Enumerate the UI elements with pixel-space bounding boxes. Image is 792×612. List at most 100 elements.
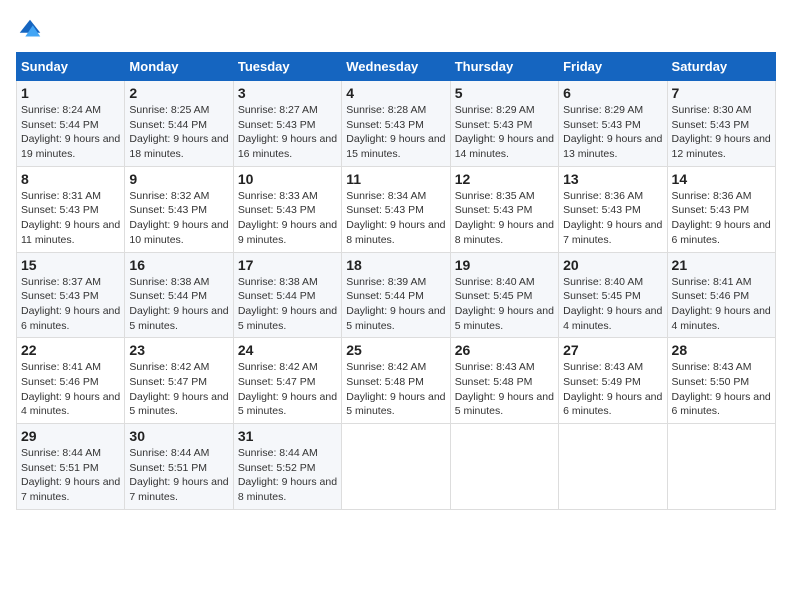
weekday-header: Friday <box>559 53 667 81</box>
day-info: Sunrise: 8:41 AM Sunset: 5:46 PM Dayligh… <box>21 360 120 419</box>
logo <box>16 16 48 44</box>
day-info: Sunrise: 8:32 AM Sunset: 5:43 PM Dayligh… <box>129 189 228 248</box>
day-number: 22 <box>21 342 120 358</box>
day-number: 30 <box>129 428 228 444</box>
day-number: 24 <box>238 342 337 358</box>
calendar-week-row: 29 Sunrise: 8:44 AM Sunset: 5:51 PM Dayl… <box>17 424 776 510</box>
day-number: 23 <box>129 342 228 358</box>
calendar-cell: 27 Sunrise: 8:43 AM Sunset: 5:49 PM Dayl… <box>559 338 667 424</box>
day-info: Sunrise: 8:40 AM Sunset: 5:45 PM Dayligh… <box>455 275 554 334</box>
day-info: Sunrise: 8:24 AM Sunset: 5:44 PM Dayligh… <box>21 103 120 162</box>
calendar-cell: 21 Sunrise: 8:41 AM Sunset: 5:46 PM Dayl… <box>667 252 775 338</box>
day-number: 28 <box>672 342 771 358</box>
day-number: 2 <box>129 85 228 101</box>
weekday-header: Thursday <box>450 53 558 81</box>
day-info: Sunrise: 8:43 AM Sunset: 5:48 PM Dayligh… <box>455 360 554 419</box>
calendar-cell: 3 Sunrise: 8:27 AM Sunset: 5:43 PM Dayli… <box>233 81 341 167</box>
day-info: Sunrise: 8:38 AM Sunset: 5:44 PM Dayligh… <box>238 275 337 334</box>
day-number: 19 <box>455 257 554 273</box>
calendar-table: SundayMondayTuesdayWednesdayThursdayFrid… <box>16 52 776 510</box>
day-number: 29 <box>21 428 120 444</box>
day-number: 4 <box>346 85 445 101</box>
day-info: Sunrise: 8:38 AM Sunset: 5:44 PM Dayligh… <box>129 275 228 334</box>
day-info: Sunrise: 8:39 AM Sunset: 5:44 PM Dayligh… <box>346 275 445 334</box>
day-info: Sunrise: 8:34 AM Sunset: 5:43 PM Dayligh… <box>346 189 445 248</box>
day-info: Sunrise: 8:44 AM Sunset: 5:51 PM Dayligh… <box>21 446 120 505</box>
day-number: 27 <box>563 342 662 358</box>
day-number: 26 <box>455 342 554 358</box>
calendar-cell: 19 Sunrise: 8:40 AM Sunset: 5:45 PM Dayl… <box>450 252 558 338</box>
calendar-cell: 23 Sunrise: 8:42 AM Sunset: 5:47 PM Dayl… <box>125 338 233 424</box>
calendar-cell: 10 Sunrise: 8:33 AM Sunset: 5:43 PM Dayl… <box>233 166 341 252</box>
calendar-cell: 11 Sunrise: 8:34 AM Sunset: 5:43 PM Dayl… <box>342 166 450 252</box>
weekday-header: Monday <box>125 53 233 81</box>
day-number: 9 <box>129 171 228 187</box>
day-number: 10 <box>238 171 337 187</box>
day-info: Sunrise: 8:42 AM Sunset: 5:48 PM Dayligh… <box>346 360 445 419</box>
calendar-cell: 17 Sunrise: 8:38 AM Sunset: 5:44 PM Dayl… <box>233 252 341 338</box>
day-number: 25 <box>346 342 445 358</box>
calendar-cell: 13 Sunrise: 8:36 AM Sunset: 5:43 PM Dayl… <box>559 166 667 252</box>
calendar-cell: 14 Sunrise: 8:36 AM Sunset: 5:43 PM Dayl… <box>667 166 775 252</box>
calendar-cell: 5 Sunrise: 8:29 AM Sunset: 5:43 PM Dayli… <box>450 81 558 167</box>
calendar-cell: 20 Sunrise: 8:40 AM Sunset: 5:45 PM Dayl… <box>559 252 667 338</box>
day-info: Sunrise: 8:29 AM Sunset: 5:43 PM Dayligh… <box>455 103 554 162</box>
day-info: Sunrise: 8:42 AM Sunset: 5:47 PM Dayligh… <box>238 360 337 419</box>
calendar-cell: 4 Sunrise: 8:28 AM Sunset: 5:43 PM Dayli… <box>342 81 450 167</box>
logo-icon <box>16 16 44 44</box>
day-info: Sunrise: 8:42 AM Sunset: 5:47 PM Dayligh… <box>129 360 228 419</box>
day-info: Sunrise: 8:28 AM Sunset: 5:43 PM Dayligh… <box>346 103 445 162</box>
calendar-cell: 16 Sunrise: 8:38 AM Sunset: 5:44 PM Dayl… <box>125 252 233 338</box>
day-number: 14 <box>672 171 771 187</box>
weekday-header: Saturday <box>667 53 775 81</box>
calendar-cell: 24 Sunrise: 8:42 AM Sunset: 5:47 PM Dayl… <box>233 338 341 424</box>
day-info: Sunrise: 8:29 AM Sunset: 5:43 PM Dayligh… <box>563 103 662 162</box>
calendar-cell: 1 Sunrise: 8:24 AM Sunset: 5:44 PM Dayli… <box>17 81 125 167</box>
calendar-week-row: 22 Sunrise: 8:41 AM Sunset: 5:46 PM Dayl… <box>17 338 776 424</box>
calendar-cell: 29 Sunrise: 8:44 AM Sunset: 5:51 PM Dayl… <box>17 424 125 510</box>
day-info: Sunrise: 8:40 AM Sunset: 5:45 PM Dayligh… <box>563 275 662 334</box>
day-info: Sunrise: 8:27 AM Sunset: 5:43 PM Dayligh… <box>238 103 337 162</box>
calendar-cell: 25 Sunrise: 8:42 AM Sunset: 5:48 PM Dayl… <box>342 338 450 424</box>
calendar-cell: 18 Sunrise: 8:39 AM Sunset: 5:44 PM Dayl… <box>342 252 450 338</box>
calendar-cell <box>450 424 558 510</box>
weekday-header-row: SundayMondayTuesdayWednesdayThursdayFrid… <box>17 53 776 81</box>
calendar-cell: 9 Sunrise: 8:32 AM Sunset: 5:43 PM Dayli… <box>125 166 233 252</box>
day-info: Sunrise: 8:44 AM Sunset: 5:51 PM Dayligh… <box>129 446 228 505</box>
day-info: Sunrise: 8:43 AM Sunset: 5:50 PM Dayligh… <box>672 360 771 419</box>
weekday-header: Sunday <box>17 53 125 81</box>
calendar-cell <box>342 424 450 510</box>
day-number: 15 <box>21 257 120 273</box>
day-info: Sunrise: 8:37 AM Sunset: 5:43 PM Dayligh… <box>21 275 120 334</box>
day-number: 6 <box>563 85 662 101</box>
day-number: 7 <box>672 85 771 101</box>
calendar-cell: 8 Sunrise: 8:31 AM Sunset: 5:43 PM Dayli… <box>17 166 125 252</box>
calendar-cell: 28 Sunrise: 8:43 AM Sunset: 5:50 PM Dayl… <box>667 338 775 424</box>
day-number: 17 <box>238 257 337 273</box>
day-info: Sunrise: 8:35 AM Sunset: 5:43 PM Dayligh… <box>455 189 554 248</box>
day-info: Sunrise: 8:44 AM Sunset: 5:52 PM Dayligh… <box>238 446 337 505</box>
day-number: 31 <box>238 428 337 444</box>
calendar-cell: 30 Sunrise: 8:44 AM Sunset: 5:51 PM Dayl… <box>125 424 233 510</box>
day-number: 13 <box>563 171 662 187</box>
calendar-week-row: 1 Sunrise: 8:24 AM Sunset: 5:44 PM Dayli… <box>17 81 776 167</box>
day-info: Sunrise: 8:36 AM Sunset: 5:43 PM Dayligh… <box>563 189 662 248</box>
calendar-cell: 7 Sunrise: 8:30 AM Sunset: 5:43 PM Dayli… <box>667 81 775 167</box>
calendar-cell <box>667 424 775 510</box>
day-number: 8 <box>21 171 120 187</box>
day-number: 5 <box>455 85 554 101</box>
weekday-header: Wednesday <box>342 53 450 81</box>
day-number: 3 <box>238 85 337 101</box>
calendar-cell: 2 Sunrise: 8:25 AM Sunset: 5:44 PM Dayli… <box>125 81 233 167</box>
calendar-cell: 31 Sunrise: 8:44 AM Sunset: 5:52 PM Dayl… <box>233 424 341 510</box>
day-info: Sunrise: 8:43 AM Sunset: 5:49 PM Dayligh… <box>563 360 662 419</box>
day-number: 16 <box>129 257 228 273</box>
day-info: Sunrise: 8:25 AM Sunset: 5:44 PM Dayligh… <box>129 103 228 162</box>
calendar-cell: 15 Sunrise: 8:37 AM Sunset: 5:43 PM Dayl… <box>17 252 125 338</box>
day-info: Sunrise: 8:33 AM Sunset: 5:43 PM Dayligh… <box>238 189 337 248</box>
calendar-cell: 6 Sunrise: 8:29 AM Sunset: 5:43 PM Dayli… <box>559 81 667 167</box>
day-info: Sunrise: 8:41 AM Sunset: 5:46 PM Dayligh… <box>672 275 771 334</box>
calendar-week-row: 15 Sunrise: 8:37 AM Sunset: 5:43 PM Dayl… <box>17 252 776 338</box>
weekday-header: Tuesday <box>233 53 341 81</box>
calendar-cell: 22 Sunrise: 8:41 AM Sunset: 5:46 PM Dayl… <box>17 338 125 424</box>
